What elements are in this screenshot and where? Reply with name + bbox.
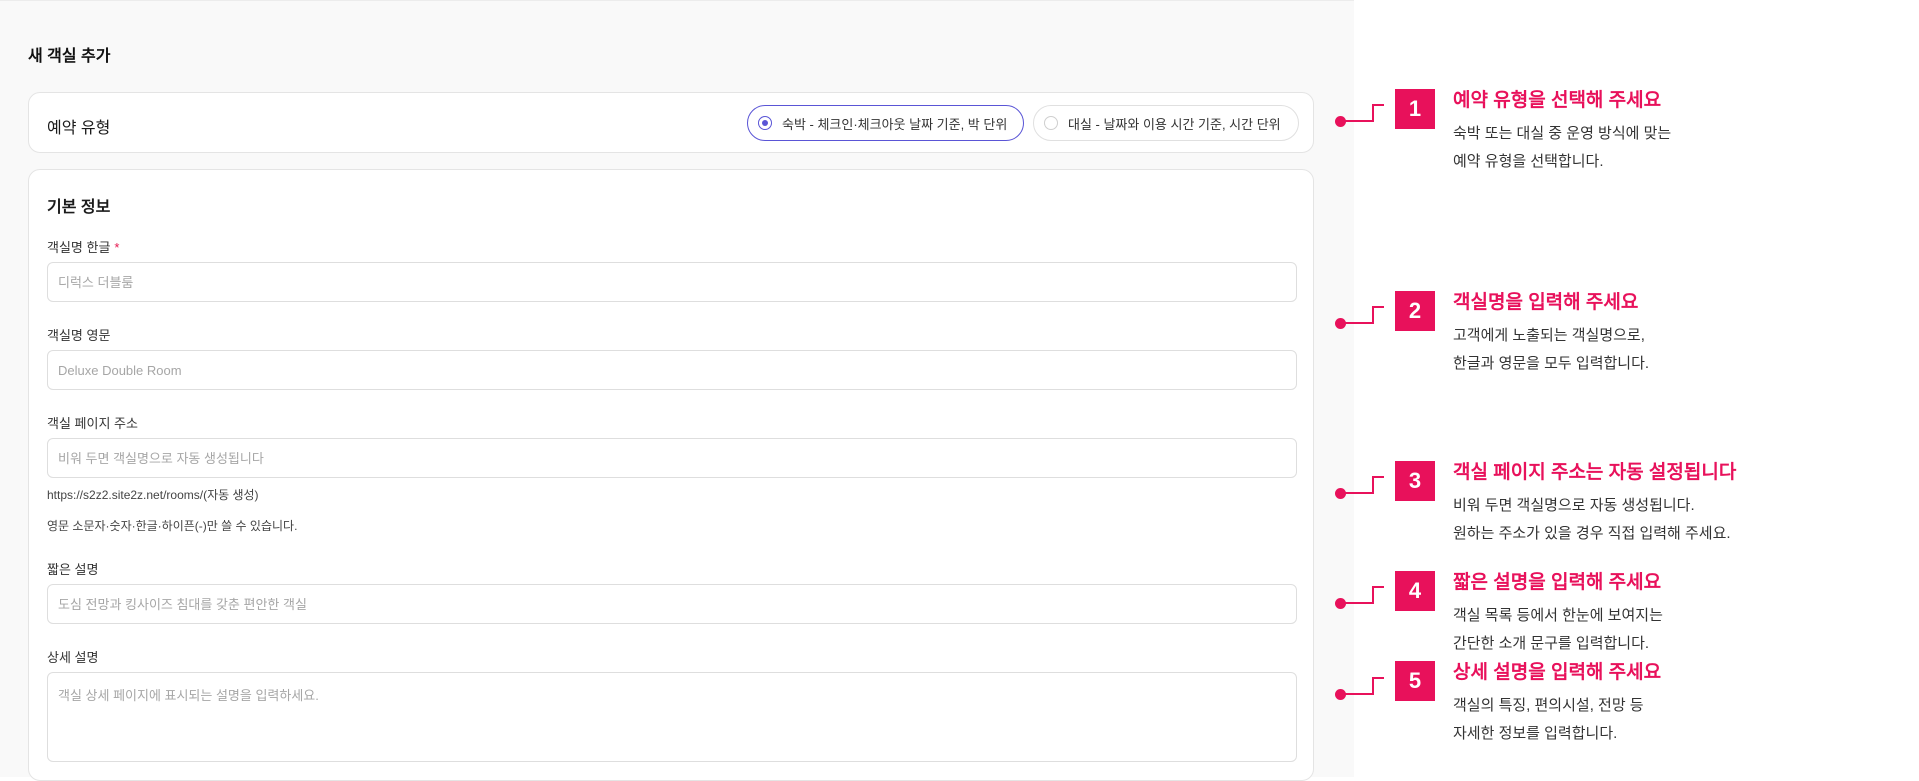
connector-line: [1372, 476, 1384, 478]
connector-line: [1372, 677, 1384, 679]
reservation-type-label: 예약 유형: [47, 120, 111, 137]
connector-line: [1343, 120, 1373, 122]
annotation-desc-line: 한글과 영문을 모두 입력합니다.: [1453, 355, 1650, 372]
connector-line: [1372, 677, 1374, 695]
connector-line: [1372, 306, 1384, 308]
name-ko-label: 객실명 한글 *: [47, 237, 119, 256]
radio-selected-icon: [758, 116, 772, 130]
slug-input[interactable]: [47, 438, 1297, 478]
required-mark: *: [114, 240, 120, 255]
radio-unselected-icon: [1044, 116, 1058, 130]
connector-line: [1372, 104, 1374, 122]
connector-line: [1343, 693, 1373, 695]
reservation-option-stay[interactable]: 숙박 - 체크인·체크아웃 날짜 기준, 박 단위: [747, 105, 1024, 141]
slug-label: 객실 페이지 주소: [47, 416, 138, 431]
annotation-desc-line: 숙박 또는 대실 중 운영 방식에 맞는: [1453, 125, 1672, 142]
connector-line: [1343, 492, 1373, 494]
page-title: 새 객실 추가: [28, 48, 111, 65]
annotation-desc-line: 비워 두면 객실명으로 자동 생성됩니다.: [1453, 497, 1695, 514]
basic-info-title: 기본 정보: [47, 199, 111, 216]
long-desc-textarea[interactable]: [47, 672, 1297, 762]
annotation-title: 짧은 설명을 입력해 주세요: [1453, 572, 1662, 593]
connector-line: [1372, 586, 1384, 588]
connector-line: [1372, 104, 1384, 106]
reservation-option-stay-label: 숙박 - 체크인·체크아웃 날짜 기준, 박 단위: [782, 116, 1008, 132]
annotation-title: 객실 페이지 주소는 자동 설정됩니다: [1453, 462, 1737, 483]
reservation-option-daytime-label: 대실 - 날짜와 이용 시간 기준, 시간 단위: [1068, 116, 1281, 132]
annotation-desc-line: 객실 목록 등에서 한눈에 보여지는: [1453, 607, 1663, 624]
connector-line: [1343, 322, 1373, 324]
connector-line: [1372, 476, 1374, 494]
connector-line: [1372, 306, 1374, 324]
connector-line: [1372, 586, 1374, 604]
annotation-desc-line: 예약 유형을 선택합니다.: [1453, 153, 1604, 170]
connector-line: [1343, 602, 1373, 604]
long-desc-label: 상세 설명: [47, 650, 99, 665]
room-form-panel: 새 객실 추가 예약 유형 숙박 - 체크인·체크아웃 날짜 기준, 박 단위 …: [0, 0, 1354, 781]
name-en-input[interactable]: [47, 350, 1297, 390]
step-badge: 4: [1395, 571, 1435, 611]
step-badge: 5: [1395, 661, 1435, 701]
annotation-title: 예약 유형을 선택해 주세요: [1453, 90, 1662, 111]
annotation-desc-line: 고객에게 노출되는 객실명으로,: [1453, 327, 1645, 344]
reservation-option-daytime[interactable]: 대실 - 날짜와 이용 시간 기준, 시간 단위: [1033, 105, 1299, 141]
basic-info-card: 기본 정보 객실명 한글* 객실명 영문 객실 페이지 주소 https://s…: [28, 169, 1314, 781]
step-badge: 2: [1395, 291, 1435, 331]
annotation-desc-line: 간단한 소개 문구를 입력합니다.: [1453, 635, 1650, 652]
annotation-title: 객실명을 입력해 주세요: [1453, 292, 1639, 313]
name-ko-label-text: 객실명 한글: [47, 240, 111, 255]
name-en-label: 객실명 영문: [47, 328, 111, 343]
short-desc-label: 짧은 설명: [47, 562, 99, 577]
reservation-type-card: 예약 유형 숙박 - 체크인·체크아웃 날짜 기준, 박 단위 대실 - 날짜와…: [28, 92, 1314, 153]
annotation-desc-line: 원하는 주소가 있을 경우 직접 입력해 주세요.: [1453, 525, 1731, 542]
annotation-desc-line: 자세한 정보를 입력합니다.: [1453, 725, 1618, 742]
step-badge: 3: [1395, 461, 1435, 501]
annotation-title: 상세 설명을 입력해 주세요: [1453, 662, 1662, 683]
short-desc-input[interactable]: [47, 584, 1297, 624]
step-badge: 1: [1395, 89, 1435, 129]
name-ko-input[interactable]: [47, 262, 1297, 302]
annotation-desc-line: 객실의 특징, 편의시설, 전망 등: [1453, 697, 1644, 714]
slug-url-preview: https://s2z2.site2z.net/rooms/(자동 생성): [47, 488, 259, 502]
slug-rule-helper: 영문 소문자·숫자·한글·하이픈(-)만 쓸 수 있습니다.: [47, 519, 298, 533]
